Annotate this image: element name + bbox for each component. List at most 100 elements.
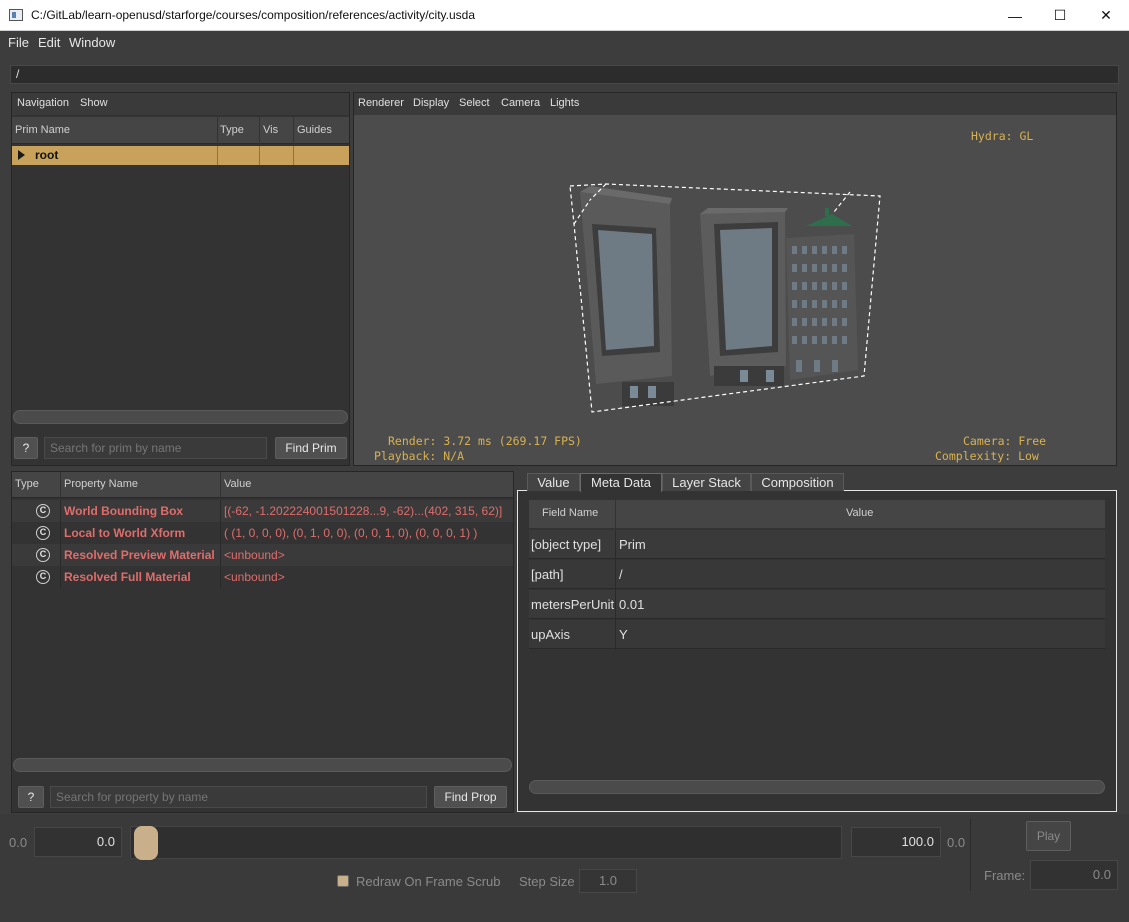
- col-type[interactable]: Type: [15, 478, 39, 490]
- properties-scrollbar[interactable]: [13, 758, 512, 772]
- frame-slider[interactable]: [130, 826, 842, 859]
- col-divider: [60, 472, 61, 498]
- step-size-label: Step Size: [519, 874, 575, 889]
- property-row[interactable]: C Resolved Preview Material <unbound>: [12, 544, 513, 566]
- computed-property-icon: C: [36, 504, 50, 518]
- range-start-label: 0.0: [9, 835, 28, 850]
- computed-property-icon: C: [36, 570, 50, 584]
- tab-meta-data[interactable]: Meta Data: [580, 473, 662, 492]
- building-2-door: [740, 370, 748, 382]
- range-end-label: 0.0: [947, 835, 966, 850]
- prim-search-input[interactable]: [44, 437, 267, 459]
- redraw-label: Redraw On Frame Scrub: [356, 874, 501, 889]
- path-field[interactable]: /: [10, 65, 1119, 84]
- building-1-door: [648, 386, 656, 398]
- col-type[interactable]: Type: [220, 124, 244, 136]
- menu-edit[interactable]: Edit: [38, 35, 60, 50]
- property-name: World Bounding Box: [64, 504, 184, 518]
- prim-tree-scrollbar[interactable]: [13, 410, 348, 424]
- start-frame-field[interactable]: 0.0: [34, 827, 122, 857]
- properties-header: Type Property Name Value: [12, 472, 513, 498]
- col-divider: [60, 500, 61, 588]
- field-name: upAxis: [531, 627, 571, 642]
- property-row[interactable]: C Local to World Xform ( (1, 0, 0, 0), (…: [12, 522, 513, 544]
- building-2-window: [720, 228, 772, 350]
- tab-composition[interactable]: Composition: [751, 473, 844, 491]
- maximize-button[interactable]: ☐: [1037, 0, 1083, 31]
- window-titlebar: C:/GitLab/learn-openusd/starforge/course…: [0, 0, 1129, 31]
- step-size-field[interactable]: 1.0: [579, 869, 637, 893]
- hud-complexity: Complexity: Low: [935, 449, 1039, 463]
- frame-slider-handle[interactable]: [134, 826, 158, 860]
- property-name: Local to World Xform: [64, 526, 186, 540]
- redraw-checkbox[interactable]: [337, 875, 349, 887]
- building-1-door: [630, 386, 638, 398]
- property-search-input[interactable]: [50, 786, 427, 808]
- find-prim-button[interactable]: Find Prim: [275, 437, 347, 459]
- metadata-scrollbar[interactable]: [529, 780, 1105, 794]
- bounding-box-edge: [833, 191, 851, 213]
- minimize-button[interactable]: —: [992, 0, 1038, 31]
- close-button[interactable]: ✕: [1083, 0, 1129, 31]
- navigation-menu[interactable]: Navigation: [17, 97, 69, 109]
- lights-menu[interactable]: Lights: [550, 97, 579, 109]
- renderer-menu[interactable]: Renderer: [358, 97, 404, 109]
- property-value: [(-62, -1.202224001501228...9, -62)...(4…: [224, 504, 503, 518]
- building-2-door: [766, 370, 774, 382]
- col-divider: [220, 472, 221, 498]
- property-row[interactable]: C Resolved Full Material <unbound>: [12, 566, 513, 588]
- select-menu[interactable]: Select: [459, 97, 490, 109]
- app-icon: [9, 9, 23, 21]
- display-menu[interactable]: Display: [413, 97, 449, 109]
- building-1-window: [598, 230, 654, 350]
- property-row[interactable]: C World Bounding Box [(-62, -1.202224001…: [12, 500, 513, 522]
- col-divider: [615, 500, 616, 528]
- window-title: C:/GitLab/learn-openusd/starforge/course…: [31, 8, 475, 22]
- computed-property-icon: C: [36, 526, 50, 540]
- city-scene-render[interactable]: [560, 180, 890, 420]
- prim-help-button[interactable]: ?: [14, 437, 38, 459]
- col-value[interactable]: Value: [846, 507, 873, 519]
- property-name: Resolved Full Material: [64, 570, 191, 584]
- frame-label: Frame:: [984, 868, 1026, 883]
- col-divider: [259, 117, 260, 144]
- find-prop-button[interactable]: Find Prop: [434, 786, 507, 808]
- col-field-name[interactable]: Field Name: [542, 507, 598, 519]
- tab-layer-stack[interactable]: Layer Stack: [662, 473, 751, 491]
- prim-row-root[interactable]: root: [12, 146, 349, 165]
- expand-arrow-icon[interactable]: [18, 150, 25, 160]
- building-3-spire: [825, 208, 829, 216]
- field-name: [path]: [531, 567, 564, 582]
- play-button[interactable]: Play: [1026, 821, 1071, 851]
- property-name: Resolved Preview Material: [64, 548, 215, 562]
- property-value: <unbound>: [224, 570, 285, 584]
- col-divider: [615, 530, 616, 650]
- col-vis[interactable]: Vis: [263, 124, 278, 136]
- camera-menu[interactable]: Camera: [501, 97, 540, 109]
- prim-name: root: [35, 148, 59, 162]
- tab-value[interactable]: Value: [527, 473, 580, 491]
- col-divider: [293, 117, 294, 144]
- cell-divider: [259, 146, 260, 165]
- cell-divider: [217, 146, 218, 165]
- col-guides[interactable]: Guides: [297, 124, 332, 136]
- menubar: File Edit Window: [0, 31, 1129, 53]
- hud-render-time: Render: 3.72 ms (269.17 FPS): [388, 434, 582, 448]
- col-value[interactable]: Value: [224, 478, 251, 490]
- viewport-menubar: Renderer Display Select Camera Lights: [354, 93, 1116, 115]
- menu-window[interactable]: Window: [69, 35, 115, 50]
- end-frame-field[interactable]: 100.0: [851, 827, 941, 857]
- show-menu[interactable]: Show: [80, 97, 108, 109]
- menu-file[interactable]: File: [8, 35, 29, 50]
- col-property-name[interactable]: Property Name: [64, 478, 138, 490]
- col-prim-name[interactable]: Prim Name: [15, 124, 70, 136]
- property-help-button[interactable]: ?: [18, 786, 44, 808]
- navigation-menubar: Navigation Show: [12, 93, 349, 115]
- frame-field[interactable]: 0.0: [1030, 860, 1118, 890]
- field-value: Prim: [619, 537, 646, 552]
- col-divider: [217, 117, 218, 144]
- field-value: Y: [619, 627, 628, 642]
- field-name: metersPerUnit: [531, 597, 615, 612]
- prim-tree-header: Prim Name Type Vis Guides: [12, 117, 349, 144]
- property-value: <unbound>: [224, 548, 285, 562]
